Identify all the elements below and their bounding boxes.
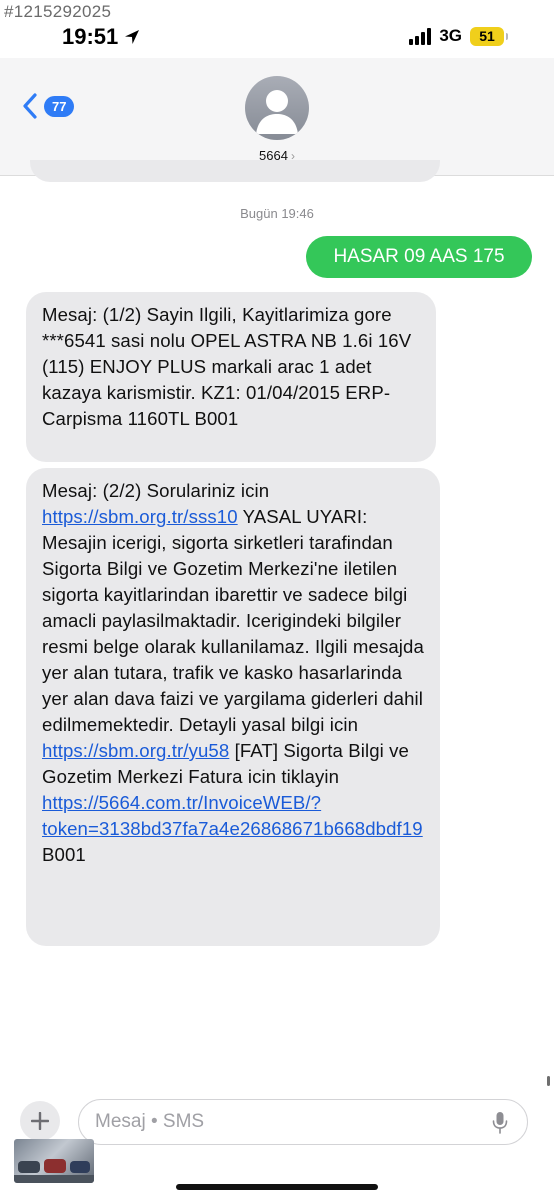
overlay-id-text: #1215292025 [4,2,112,21]
received-message-text: Mesaj: (2/2) Sorulariniz icin [42,480,270,501]
sent-message-text: HASAR 09 AAS 175 [333,246,505,267]
invoice-link[interactable]: https://5664.com.tr/InvoiceWEB/?token=31… [42,792,423,839]
received-message-bubble[interactable]: Mesaj: (1/2) Sayin Ilgili, Kayitlarimiza… [26,292,436,462]
received-message-text: Mesaj: (1/2) Sayin Ilgili, Kayitlarimiza… [42,304,412,429]
status-time-text: 19:51 [62,24,119,49]
contact-avatar-icon[interactable] [245,76,309,140]
received-message-text: B001 [42,844,86,865]
person-silhouette-icon [256,90,298,134]
received-message-bubble[interactable]: Mesaj: (2/2) Sorulariniz icin https://sb… [26,468,440,946]
legal-info-link[interactable]: https://sbm.org.tr/yu58 [42,740,229,761]
scrollbar[interactable] [547,1076,550,1086]
unread-count-badge: 77 [44,95,75,117]
back-button[interactable]: 77 [20,92,75,120]
watermark-thumbnail [14,1139,94,1183]
add-attachment-button[interactable] [20,1101,60,1141]
plus-icon [31,1112,49,1130]
conversation-header: 77 5664 › [0,58,554,176]
battery-level: 51 [479,28,495,44]
previous-message-bubble[interactable] [30,160,440,182]
location-arrow-icon [125,30,140,44]
back-chevron-icon [23,93,37,119]
signal-bars-icon [409,27,432,45]
message-timestamp: Bugün 19:46 [240,206,314,221]
microphone-icon[interactable] [492,1111,508,1135]
message-input[interactable] [78,1099,528,1145]
status-time: 19:51 [62,24,141,50]
status-indicators: 3G 51 [409,26,508,46]
sent-message-bubble[interactable]: HASAR 09 AAS 175 [306,236,532,278]
battery-icon: 51 [470,26,508,46]
home-indicator[interactable] [176,1184,378,1190]
network-type: 3G [439,26,462,45]
faq-link[interactable]: https://sbm.org.tr/sss10 [42,506,238,527]
received-message-text: YASAL UYARI: Mesajin icerigi, sigorta si… [42,506,424,735]
messages-screen: #1215292025 19:51 3G 51 77 5664 › Bugün … [0,0,554,1200]
